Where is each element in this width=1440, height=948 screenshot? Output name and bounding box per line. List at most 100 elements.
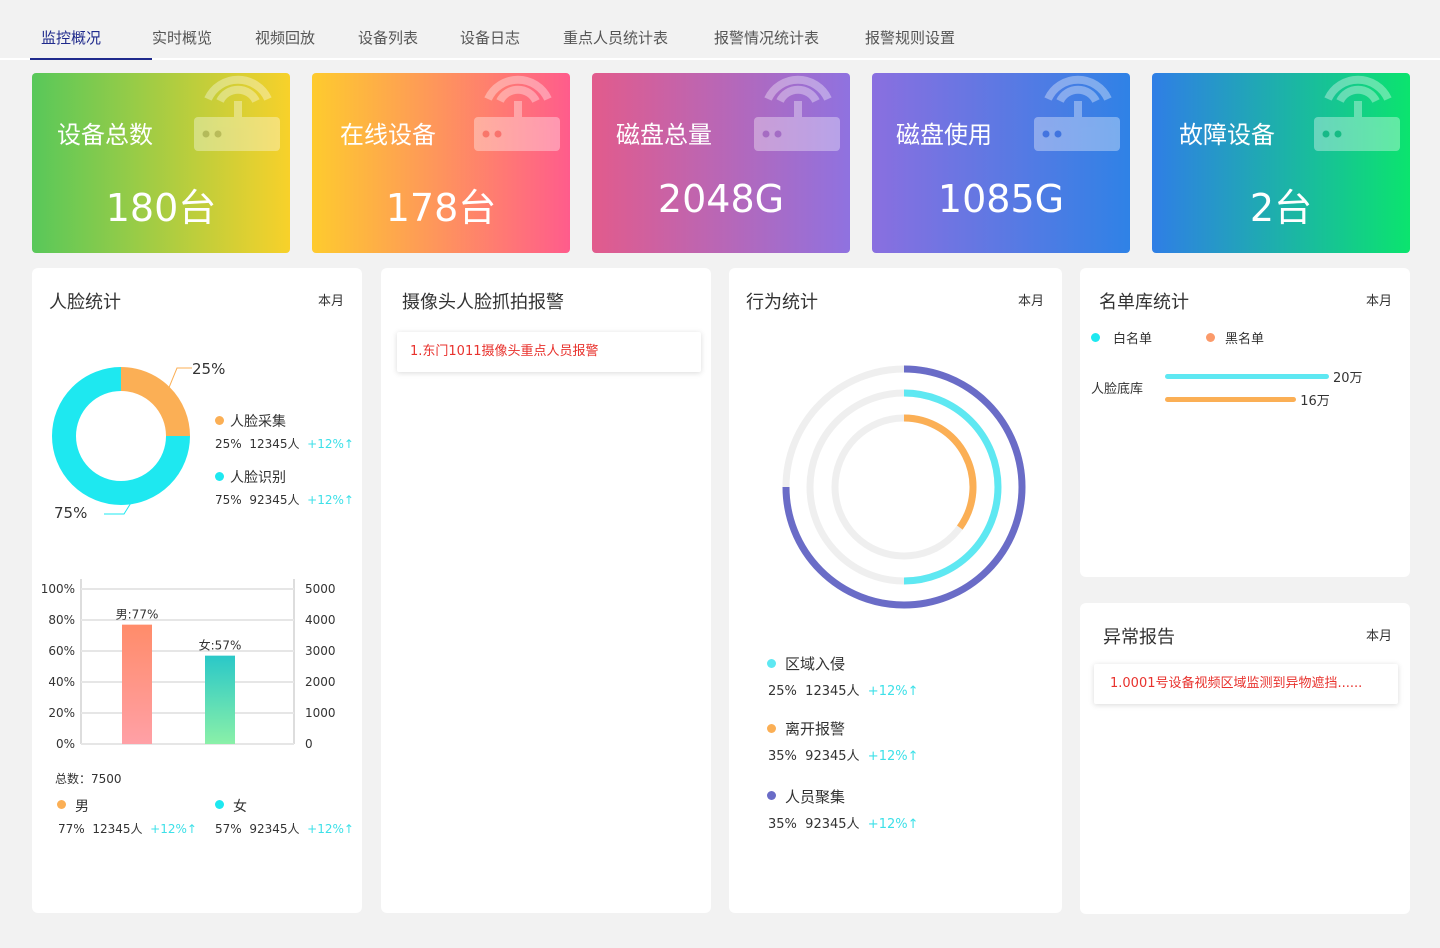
bar-female (205, 655, 235, 744)
pct: 77% (58, 822, 85, 836)
pct: 35% (768, 817, 797, 832)
legend-label: 人脸识别 (230, 470, 286, 486)
stat-card-online-devices: 在线设备 178台 (312, 73, 570, 253)
legend-label: 男 (75, 799, 89, 815)
stat-card-disk-used: 磁盘使用 1085G (872, 73, 1130, 253)
tab-label: 实时概览 (152, 29, 213, 47)
tab-video-playback[interactable]: 视频回放 (255, 0, 358, 60)
tab-alarm-stats[interactable]: 报警情况统计表 (714, 0, 865, 60)
y-tick-label-right: 3000 (305, 644, 336, 658)
trend: +12%↑ (867, 684, 919, 699)
tab-alarm-rules[interactable]: 报警规则设置 (865, 0, 985, 60)
roster-bar (1165, 374, 1329, 379)
tab-list: 监控概况 实时概览 视频回放 设备列表 设备日志 重点人员统计表 报警情况统计表… (30, 0, 985, 60)
stat-value: 2台 (1249, 186, 1313, 230)
tab-label: 重点人员统计表 (563, 29, 669, 47)
router-icon (194, 75, 280, 151)
y-tick-label-right: 1000 (305, 706, 336, 720)
legend-dot-face-recognition (215, 472, 224, 481)
panel-title: 摄像头人脸抓拍报警 (402, 292, 564, 313)
legend-dot-area-intrusion (767, 659, 776, 668)
camera-alarm-panel: 摄像头人脸抓拍报警 1.东门1011摄像头重点人员报警 (381, 268, 711, 913)
legend-dot-leave-alarm (767, 724, 776, 733)
female-stats: 57% 92345人 +12%↑ (215, 820, 354, 837)
y-tick-label-right: 4000 (305, 613, 336, 627)
face-stats-panel: 人脸统计 本月 25% 75% 人脸采集 25% 12345人 +12%↑ 人脸… (32, 268, 362, 913)
router-icon (754, 75, 840, 151)
stat-label: 设备总数 (57, 121, 153, 149)
abnormal-report-panel: 异常报告 本月 1.0001号设备视频区域监测到异物遮挡...... (1080, 603, 1410, 914)
legend-dot-crowd-gathering (767, 791, 776, 800)
behavior-stats-panel: 行为统计 本月 区域入侵 25% 12345人 +12%↑ 离开报警 35% 9… (729, 268, 1062, 913)
leave-alarm-stats: 35% 92345人 +12%↑ (768, 745, 918, 764)
period-selector[interactable]: 本月 (1018, 290, 1044, 309)
count: 12345人 (805, 684, 860, 699)
bar-male (122, 624, 152, 744)
stat-card-total-devices: 设备总数 180台 (32, 73, 290, 253)
tab-label: 设备日志 (460, 29, 521, 47)
stat-value: 180台 (105, 186, 217, 230)
face-capture-stats: 25% 12345人 +12%↑ (215, 435, 354, 452)
stat-card-disk-total: 磁盘总量 2048G (592, 73, 850, 253)
stat-value: 1085G (937, 177, 1065, 221)
stat-value: 178台 (385, 186, 497, 230)
y-tick-label-right: 2000 (305, 675, 336, 689)
tab-label: 视频回放 (255, 29, 316, 47)
behavior-ring-chart (782, 365, 1026, 609)
gender-bar-chart: 100% 5000 80% 4000 60% 3000 40% 2000 20% 1000 0% 0 男… (41, 579, 336, 751)
legend-dot-blacklist (1206, 333, 1215, 342)
pct: 35% (768, 749, 797, 764)
tab-device-log[interactable]: 设备日志 (460, 0, 563, 60)
trend: +12%↑ (150, 822, 197, 836)
pct: 57% (215, 822, 242, 836)
count: 92345人 (249, 822, 300, 836)
gender-total: 总数：7500 (55, 772, 122, 786)
male-stats: 77% 12345人 +12%↑ (58, 820, 197, 837)
abnormal-alert-item[interactable]: 1.0001号设备视频区域监测到异物遮挡...... (1094, 664, 1398, 704)
area-intrusion-stats: 25% 12345人 +12%↑ (768, 680, 918, 699)
legend-label: 女 (233, 799, 247, 815)
tab-label: 监控概况 (41, 29, 102, 47)
y-tick-label-right: 5000 (305, 582, 336, 596)
pct: 25% (215, 437, 242, 451)
roster-bar-label: 16万 (1300, 394, 1330, 409)
bar-data-label: 女:57% (199, 638, 242, 653)
tab-key-personnel-stats[interactable]: 重点人员统计表 (563, 0, 714, 60)
legend-label: 白名单 (1113, 332, 1153, 347)
stat-label: 在线设备 (340, 121, 436, 149)
roster-row-label: 人脸底库 (1091, 382, 1144, 397)
legend-label: 区域入侵 (785, 655, 846, 673)
legend-dot-whitelist (1091, 333, 1100, 342)
legend-label: 黑名单 (1225, 332, 1265, 347)
y-tick-label-left: 80% (48, 613, 75, 627)
donut-leader-line-top (167, 367, 192, 391)
stat-value: 2048G (657, 177, 785, 221)
count: 92345人 (805, 749, 860, 764)
trend: +12%↑ (307, 493, 354, 507)
legend-label: 人员聚集 (785, 788, 846, 806)
period-selector[interactable]: 本月 (1366, 625, 1392, 644)
tab-device-list[interactable]: 设备列表 (358, 0, 460, 60)
panel-title: 行为统计 (746, 292, 818, 313)
top-nav: 监控概况 实时概览 视频回放 设备列表 设备日志 重点人员统计表 报警情况统计表… (0, 0, 1440, 60)
legend-dot-face-capture (215, 416, 224, 425)
trend: +12%↑ (307, 822, 354, 836)
stat-label: 磁盘使用 (896, 121, 992, 149)
legend-dot-female (215, 800, 224, 809)
trend: +12%↑ (307, 437, 354, 451)
legend-label: 离开报警 (785, 720, 846, 738)
tab-realtime-overview[interactable]: 实时概览 (152, 0, 255, 60)
face-recognition-stats: 75% 92345人 +12%↑ (215, 491, 354, 508)
ring-arc (903, 414, 977, 530)
period-selector[interactable]: 本月 (1366, 290, 1392, 309)
stat-label: 故障设备 (1179, 121, 1275, 149)
tab-monitor-overview[interactable]: 监控概况 (30, 0, 152, 60)
count: 12345人 (92, 822, 143, 836)
tab-label: 报警规则设置 (865, 29, 956, 47)
y-tick-label-left: 100% (41, 582, 75, 596)
panel-title: 异常报告 (1103, 627, 1175, 648)
legend-label: 人脸采集 (230, 414, 286, 430)
camera-alert-item[interactable]: 1.东门1011摄像头重点人员报警 (397, 332, 701, 372)
period-selector[interactable]: 本月 (318, 290, 344, 309)
count: 12345人 (249, 437, 300, 451)
